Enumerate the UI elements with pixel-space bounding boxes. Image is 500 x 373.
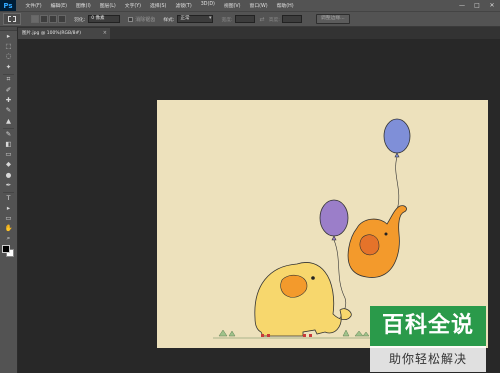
eraser-icon[interactable]: ◧ — [0, 139, 17, 149]
menu-type[interactable]: 文字(Y) — [120, 2, 145, 9]
blue-balloon — [383, 118, 411, 154]
zoom-icon[interactable]: ⌕ — [0, 234, 17, 244]
crop-icon[interactable]: ⌗ — [0, 75, 17, 85]
document-tab-title: 图片.jpg @ 100%(RGB/8#) — [22, 31, 81, 36]
menu-items: 文件(F) 编辑(E) 图像(I) 图层(L) 文字(Y) 选择(S) 滤镜(T… — [21, 2, 298, 9]
purple-balloon — [319, 199, 349, 237]
feather-label: 羽化: — [74, 17, 86, 23]
healing-icon[interactable]: ✚ — [0, 95, 17, 105]
document-tab[interactable]: 图片.jpg @ 100%(RGB/8#) × — [18, 28, 110, 39]
menu-bar: Ps 文件(F) 编辑(E) 图像(I) 图层(L) 文字(Y) 选择(S) 滤… — [0, 0, 500, 11]
width-input[interactable] — [234, 15, 255, 23]
pen-icon[interactable]: ✒ — [0, 180, 17, 190]
watermark: 百科全说 助你轻松解决 — [370, 306, 486, 372]
watermark-title: 百科全说 — [370, 306, 486, 346]
path-select-icon[interactable]: ▸ — [0, 203, 17, 213]
add-selection-icon[interactable] — [40, 15, 48, 23]
close-icon[interactable]: ✕ — [487, 2, 497, 10]
type-icon[interactable]: T — [0, 193, 17, 203]
refine-edge-button[interactable]: 调整边缘... — [315, 14, 350, 24]
watermark-subtitle: 助你轻松解决 — [388, 352, 467, 366]
style-label: 样式: — [163, 17, 175, 23]
eyedropper-icon[interactable]: ✐ — [0, 85, 17, 95]
move-icon[interactable]: ▸ — [0, 31, 17, 41]
dodge-icon[interactable]: ● — [0, 169, 17, 179]
intersect-selection-icon[interactable] — [58, 15, 66, 23]
checkbox-icon — [128, 16, 134, 22]
hand-icon[interactable]: ✋ — [0, 223, 17, 233]
antialias-label: 消除锯齿 — [135, 16, 156, 23]
history-brush-icon[interactable]: ✎ — [0, 129, 17, 139]
tools-panel: ▸ ⬚ ◌ ✦ ⌗ ✐ ✚ ✎ ▲ ✎ ◧ ▭ ◆ ● ✒ T ▸ ▭ ✋ ⌕ — [0, 27, 18, 373]
menu-window[interactable]: 窗口(W) — [245, 2, 272, 9]
width-label: 宽度: — [221, 17, 233, 23]
selection-mode-group — [31, 15, 66, 23]
menu-help[interactable]: 帮助(H) — [272, 2, 298, 9]
stamp-icon[interactable]: ▲ — [0, 116, 17, 126]
menu-select[interactable]: 选择(S) — [146, 2, 171, 9]
window-controls: — □ ✕ — [457, 0, 497, 11]
marquee-icon[interactable]: ⬚ — [0, 41, 17, 51]
height-label: 高度: — [268, 17, 280, 23]
swap-icon[interactable]: ⇄ — [260, 16, 265, 23]
feather-input[interactable]: 0 像素 — [88, 15, 121, 23]
color-swatches — [0, 244, 17, 260]
menu-file[interactable]: 文件(F) — [21, 2, 46, 9]
tab-close-icon[interactable]: × — [103, 28, 107, 39]
options-bar: 羽化: 0 像素 消除锯齿 样式: 正常 宽度: ⇄ 高度: 调整边缘... — [0, 11, 500, 27]
shape-icon[interactable]: ▭ — [0, 213, 17, 223]
gradient-icon[interactable]: ▭ — [0, 149, 17, 159]
menu-filter[interactable]: 滤镜(T) — [171, 2, 196, 9]
antialias-checkbox[interactable]: 消除锯齿 — [128, 16, 155, 23]
rect-marquee-icon — [8, 16, 16, 22]
new-selection-icon[interactable] — [31, 15, 39, 23]
menu-3d[interactable]: 3D(D) — [196, 2, 219, 9]
magic-wand-icon[interactable]: ✦ — [0, 62, 17, 72]
brush-icon[interactable]: ✎ — [0, 105, 17, 115]
subtract-selection-icon[interactable] — [49, 15, 57, 23]
menu-edit[interactable]: 编辑(E) — [46, 2, 71, 9]
photoshop-logo: Ps — [0, 0, 16, 11]
foreground-color-swatch[interactable] — [2, 244, 10, 253]
menu-image[interactable]: 图像(I) — [71, 2, 95, 9]
minimize-icon[interactable]: — — [457, 2, 467, 10]
tool-preset-picker[interactable] — [3, 13, 21, 25]
style-select[interactable]: 正常 — [177, 15, 214, 23]
tool-list: ▸ ⬚ ◌ ✦ ⌗ ✐ ✚ ✎ ▲ ✎ ◧ ▭ ◆ ● ✒ T ▸ ▭ ✋ ⌕ — [0, 31, 17, 244]
orange-elephant — [347, 205, 407, 278]
blur-icon[interactable]: ◆ — [0, 159, 17, 169]
menu-layer[interactable]: 图层(L) — [95, 2, 120, 9]
maximize-icon[interactable]: □ — [472, 2, 482, 10]
height-input[interactable] — [281, 15, 302, 23]
lasso-icon[interactable]: ◌ — [0, 51, 17, 61]
menu-view[interactable]: 视图(V) — [219, 2, 245, 9]
yellow-elephant — [254, 262, 352, 337]
document-tab-bar: 图片.jpg @ 100%(RGB/8#) × — [18, 27, 500, 39]
